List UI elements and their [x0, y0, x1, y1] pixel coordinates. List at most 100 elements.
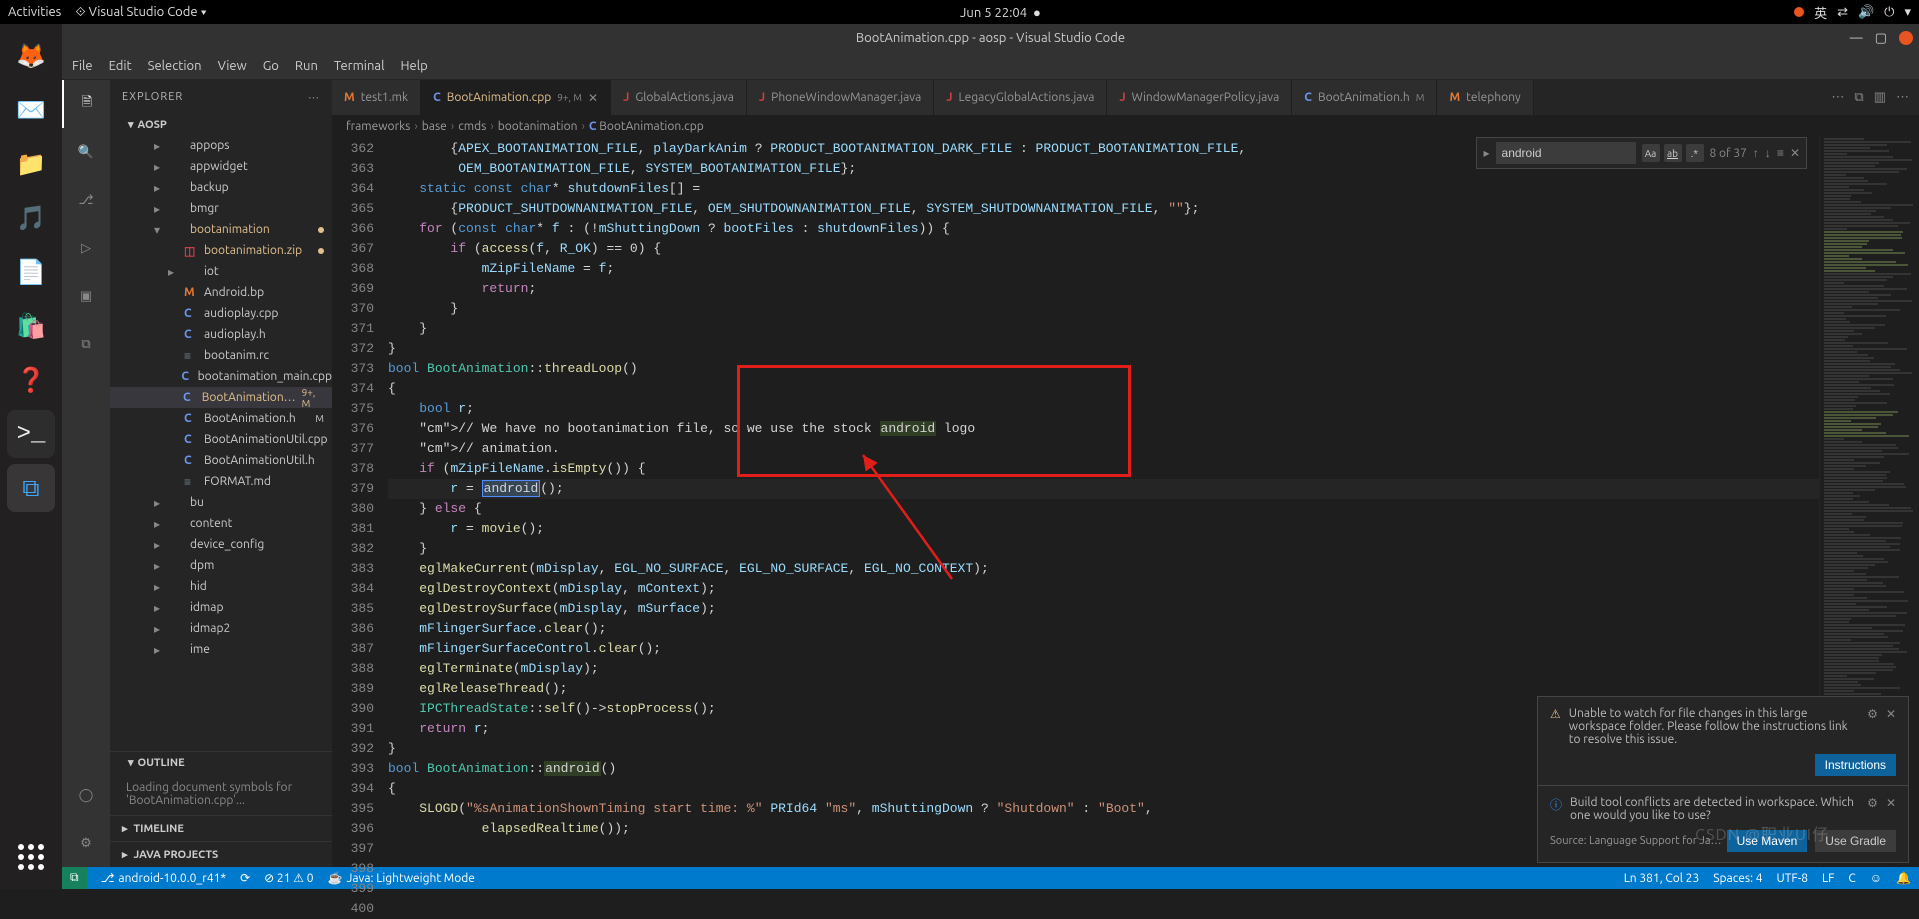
tree-item[interactable]: ▸content [110, 513, 332, 534]
close-icon[interactable]: ✕ [1886, 707, 1896, 721]
tree-item[interactable]: ▾bootanimation [110, 219, 332, 240]
settings-icon[interactable]: ⚙ [1867, 707, 1878, 721]
status-eol[interactable]: LF [1822, 871, 1834, 885]
editor-tab[interactable]: CBootAnimation.hM [1292, 80, 1437, 115]
instructions-button[interactable]: Instructions [1815, 754, 1896, 776]
close-button[interactable] [1899, 31, 1913, 45]
regex-icon[interactable]: .* [1686, 144, 1704, 162]
find-prev-icon[interactable]: ↑ [1753, 146, 1759, 160]
compare-icon[interactable]: ⧉ [1854, 90, 1863, 105]
tree-item[interactable]: ≡FORMAT.md [110, 471, 332, 492]
tree-item[interactable]: ▸bu [110, 492, 332, 513]
status-notifications-icon[interactable]: 🔔 [1896, 871, 1911, 885]
status-spaces[interactable]: Spaces: 4 [1713, 871, 1762, 885]
dock-files[interactable]: 📁 [7, 140, 55, 188]
menu-file[interactable]: File [72, 59, 93, 73]
tree-item[interactable]: CBootAnimation…9+, M [110, 387, 332, 408]
menu-help[interactable]: Help [400, 59, 427, 73]
tree-item[interactable]: ▸appops [110, 135, 332, 156]
status-feedback-icon[interactable]: ☺ [1870, 871, 1882, 885]
tree-item[interactable]: ▸bmgr [110, 198, 332, 219]
use-gradle-button[interactable]: Use Gradle [1815, 830, 1896, 852]
close-icon[interactable]: ✕ [1886, 796, 1896, 810]
menu-view[interactable]: View [218, 59, 247, 73]
minimize-button[interactable]: — [1850, 31, 1863, 46]
editor-tab[interactable]: Mtest1.mk [332, 80, 421, 115]
clock[interactable]: Jun 5 22:04 [960, 6, 1027, 20]
activity-explorer[interactable]: 🗎 [62, 80, 110, 128]
tree-item[interactable]: ▸backup [110, 177, 332, 198]
more-icon[interactable]: ⋯ [1896, 90, 1909, 105]
menu-go[interactable]: Go [263, 59, 279, 73]
find-selection-icon[interactable]: ≡ [1777, 146, 1784, 160]
tree-item[interactable]: CBootAnimation.hM [110, 408, 332, 429]
activity-accounts[interactable]: ◯ [62, 771, 110, 819]
power-icon[interactable]: ⏻ [1884, 5, 1894, 20]
editor-tab[interactable]: Mtelephony [1437, 80, 1533, 115]
status-cursor[interactable]: Ln 381, Col 23 [1624, 871, 1700, 885]
activity-extensions[interactable]: ▣ [62, 272, 110, 320]
find-close-icon[interactable]: ✕ [1790, 146, 1800, 160]
dock-show-apps[interactable] [7, 833, 55, 881]
activity-remote[interactable]: ⧉ [62, 320, 110, 368]
workspace-section[interactable]: ▾ AOSP [110, 114, 332, 135]
activity-debug[interactable]: ▷ [62, 224, 110, 272]
network-icon[interactable]: ⇄ [1837, 5, 1848, 20]
activity-scm[interactable]: ⎇ [62, 176, 110, 224]
recording-indicator[interactable] [1794, 7, 1804, 17]
menu-selection[interactable]: Selection [148, 59, 202, 73]
settings-icon[interactable]: ⚙ [1867, 796, 1878, 810]
tree-item[interactable]: ◫bootanimation.zip [110, 240, 332, 261]
java-projects-section[interactable]: ▸ JAVA PROJECTS [110, 841, 332, 867]
split-icon[interactable]: ▥ [1874, 90, 1886, 105]
find-toggle-replace-icon[interactable]: ▸ [1483, 146, 1489, 160]
dock-vscode[interactable]: ⧉ [7, 464, 55, 512]
tree-item[interactable]: ▸iot [110, 261, 332, 282]
dock-writer[interactable]: 📄 [7, 248, 55, 296]
tree-item[interactable]: Caudioplay.cpp [110, 303, 332, 324]
maximize-button[interactable]: ▢ [1875, 31, 1887, 46]
editor-tab[interactable]: JWindowManagerPolicy.java [1107, 80, 1292, 115]
dock-terminal[interactable]: >_ [7, 410, 55, 458]
breadcrumbs[interactable]: frameworks›base›cmds›bootanimation›C Boo… [332, 115, 1919, 137]
tree-item[interactable]: ▸idmap [110, 597, 332, 618]
editor-tab[interactable]: JLegacyGlobalActions.java [934, 80, 1107, 115]
find-next-icon[interactable]: ↓ [1765, 146, 1771, 160]
activity-settings[interactable]: ⚙ [62, 819, 110, 867]
tree-item[interactable]: ▸ime [110, 639, 332, 660]
status-language[interactable]: C [1848, 871, 1855, 885]
status-branch[interactable]: ⎇ android-10.0.0_r41* [101, 871, 226, 885]
explorer-more-icon[interactable]: ⋯ [308, 91, 320, 104]
match-word-icon[interactable]: ab [1664, 144, 1682, 162]
use-maven-button[interactable]: Use Maven [1727, 830, 1808, 852]
tree-item[interactable]: MAndroid.bp [110, 282, 332, 303]
status-sync[interactable]: ⟳ [240, 871, 250, 885]
menu-terminal[interactable]: Terminal [334, 59, 385, 73]
editor-tab[interactable]: JGlobalActions.java [611, 80, 747, 115]
volume-icon[interactable]: 🔊 [1858, 5, 1874, 20]
tree-item[interactable]: ▸device_config [110, 534, 332, 555]
tree-item[interactable]: Cbootanimation_main.cpp [110, 366, 332, 387]
status-problems[interactable]: ⊘ 21 ⚠ 0 [264, 871, 313, 885]
activities-button[interactable]: Activities [8, 5, 61, 19]
tree-item[interactable]: ▸appwidget [110, 156, 332, 177]
dock-help[interactable]: ❓ [7, 356, 55, 404]
timeline-section[interactable]: ▸ TIMELINE [110, 815, 332, 841]
menu-run[interactable]: Run [295, 59, 318, 73]
dock-thunderbird[interactable]: ✉️ [7, 86, 55, 134]
menu-edit[interactable]: Edit [109, 59, 132, 73]
app-menu[interactable]: ⟐ Visual Studio Code ▾ [75, 5, 207, 20]
tree-item[interactable]: ▸dpm [110, 555, 332, 576]
dock-firefox[interactable]: 🦊 [7, 32, 55, 80]
tree-item[interactable]: ≡bootanim.rc [110, 345, 332, 366]
tree-item[interactable]: ▸hid [110, 576, 332, 597]
tree-item[interactable]: Caudioplay.h [110, 324, 332, 345]
match-case-icon[interactable]: Aa [1642, 144, 1660, 162]
dock-software[interactable]: 🛍️ [7, 302, 55, 350]
ime-indicator[interactable]: 英 [1814, 3, 1827, 22]
status-encoding[interactable]: UTF-8 [1777, 871, 1808, 885]
system-menu-chevron[interactable]: ▾ [1904, 5, 1911, 20]
find-input[interactable] [1496, 142, 1636, 164]
remote-indicator[interactable]: ⧉ [62, 867, 87, 889]
tree-item[interactable]: ▸idmap2 [110, 618, 332, 639]
